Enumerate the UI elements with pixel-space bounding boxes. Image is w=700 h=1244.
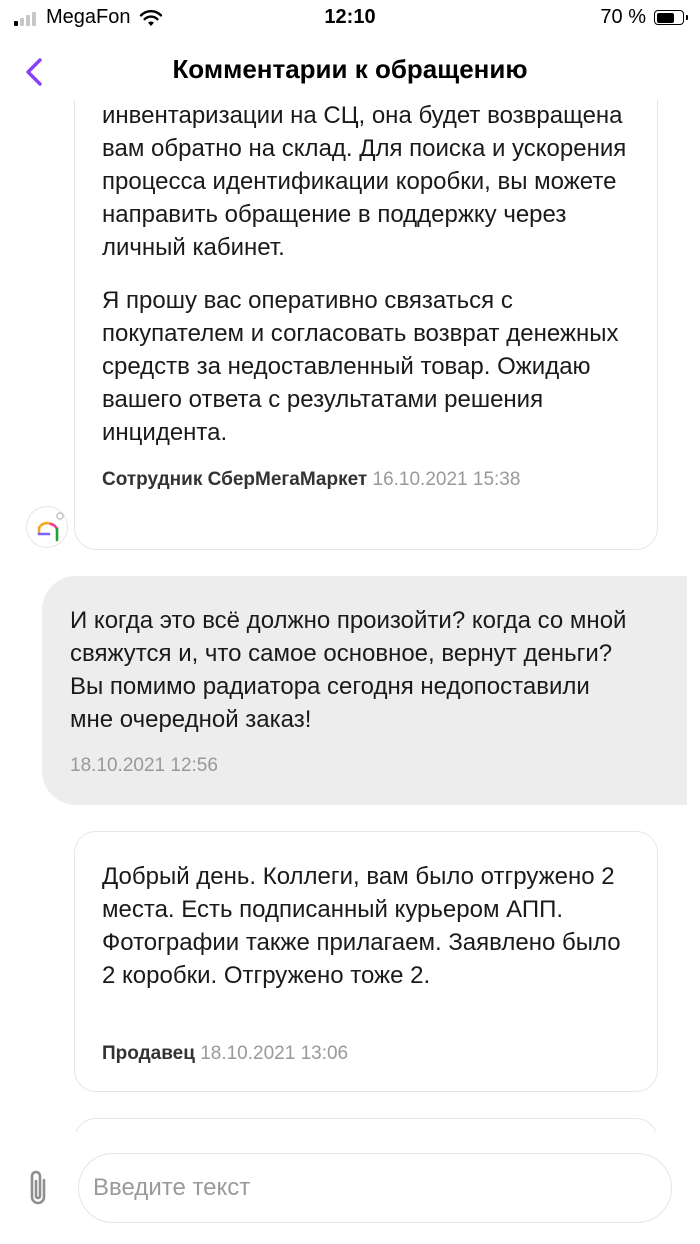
- paperclip-icon[interactable]: [18, 1166, 58, 1210]
- message-author: Продавец: [102, 1043, 195, 1064]
- sbermegamarket-logo-icon: [26, 506, 68, 548]
- chat-messages[interactable]: инвентаризации на СЦ, она будет возвраще…: [0, 100, 700, 1132]
- message-card-partial: [74, 1118, 658, 1132]
- message-card-seller: Добрый день. Коллеги, вам было отгружено…: [74, 831, 658, 1092]
- message-composer: [0, 1132, 700, 1244]
- message-time: 16.10.2021 15:38: [372, 469, 521, 490]
- status-bar: MegaFon 12:10 70 %: [0, 0, 700, 36]
- message-author: Сотрудник СберМегаМаркет: [102, 469, 368, 490]
- message-paragraph: Я прошу вас оперативно связаться с покуп…: [102, 287, 619, 446]
- battery-percent: 70 %: [600, 6, 646, 28]
- message-time: 18.10.2021 13:06: [200, 1043, 349, 1064]
- page-title: Комментарии к обращению: [172, 54, 528, 84]
- message-bubble-user: И когда это всё должно произойти? когда …: [42, 576, 687, 805]
- message-text: И когда это всё должно произойти? когда …: [70, 607, 627, 733]
- navigation-bar: Комментарии к обращению: [0, 44, 700, 100]
- message-time: 18.10.2021 12:56: [70, 755, 218, 776]
- message-meta: Продавец 18.10.2021 13:06: [102, 1042, 348, 1066]
- status-time: 12:10: [324, 6, 376, 28]
- battery-icon: [654, 10, 688, 25]
- message-text: Добрый день. Коллеги, вам было отгружено…: [102, 863, 621, 989]
- message-paragraph: инвентаризации на СЦ, она будет возвраще…: [102, 102, 627, 261]
- message-input[interactable]: [78, 1153, 672, 1223]
- message-text: инвентаризации на СЦ, она будет возвраще…: [102, 100, 642, 449]
- status-right: 70 %: [600, 6, 688, 29]
- message-card-employee: инвентаризации на СЦ, она будет возвраще…: [74, 100, 658, 550]
- message-meta: Сотрудник СберМегаМаркет 16.10.2021 15:3…: [102, 468, 520, 492]
- message-meta: 18.10.2021 12:56: [70, 754, 218, 778]
